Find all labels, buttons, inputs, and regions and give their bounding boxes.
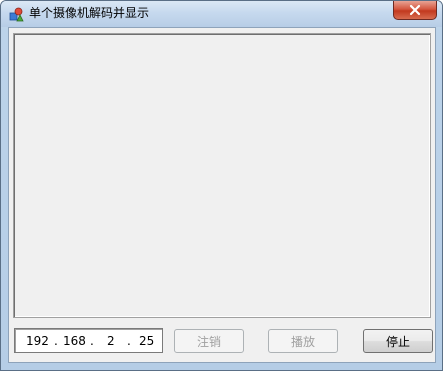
main-window: 单个摄像机解码并显示 192 . 168 . 2 . 25 注销 播放 停止 xyxy=(0,0,443,371)
play-button[interactable]: 播放 xyxy=(268,329,338,353)
close-button[interactable] xyxy=(393,1,437,20)
ip-octet-4[interactable]: 25 xyxy=(139,333,154,349)
logout-button[interactable]: 注销 xyxy=(174,329,244,353)
ip-dot-3: . xyxy=(127,334,131,348)
ip-dot-1: . xyxy=(54,334,58,348)
ip-dot-2: . xyxy=(90,334,94,348)
ip-octet-3[interactable]: 2 xyxy=(107,333,115,349)
close-icon xyxy=(408,4,422,16)
ip-octet-1[interactable]: 192 xyxy=(26,333,49,349)
stop-button[interactable]: 停止 xyxy=(363,329,433,353)
window-title: 单个摄像机解码并显示 xyxy=(29,6,150,20)
ip-octet-2[interactable]: 168 xyxy=(63,333,86,349)
dialog-client-area: 192 . 168 . 2 . 25 注销 播放 停止 xyxy=(8,27,436,363)
ip-address-input[interactable]: 192 . 168 . 2 . 25 xyxy=(14,328,163,353)
title-bar[interactable]: 单个摄像机解码并显示 xyxy=(1,1,442,27)
app-icon xyxy=(8,6,24,22)
video-display-panel xyxy=(13,33,431,318)
